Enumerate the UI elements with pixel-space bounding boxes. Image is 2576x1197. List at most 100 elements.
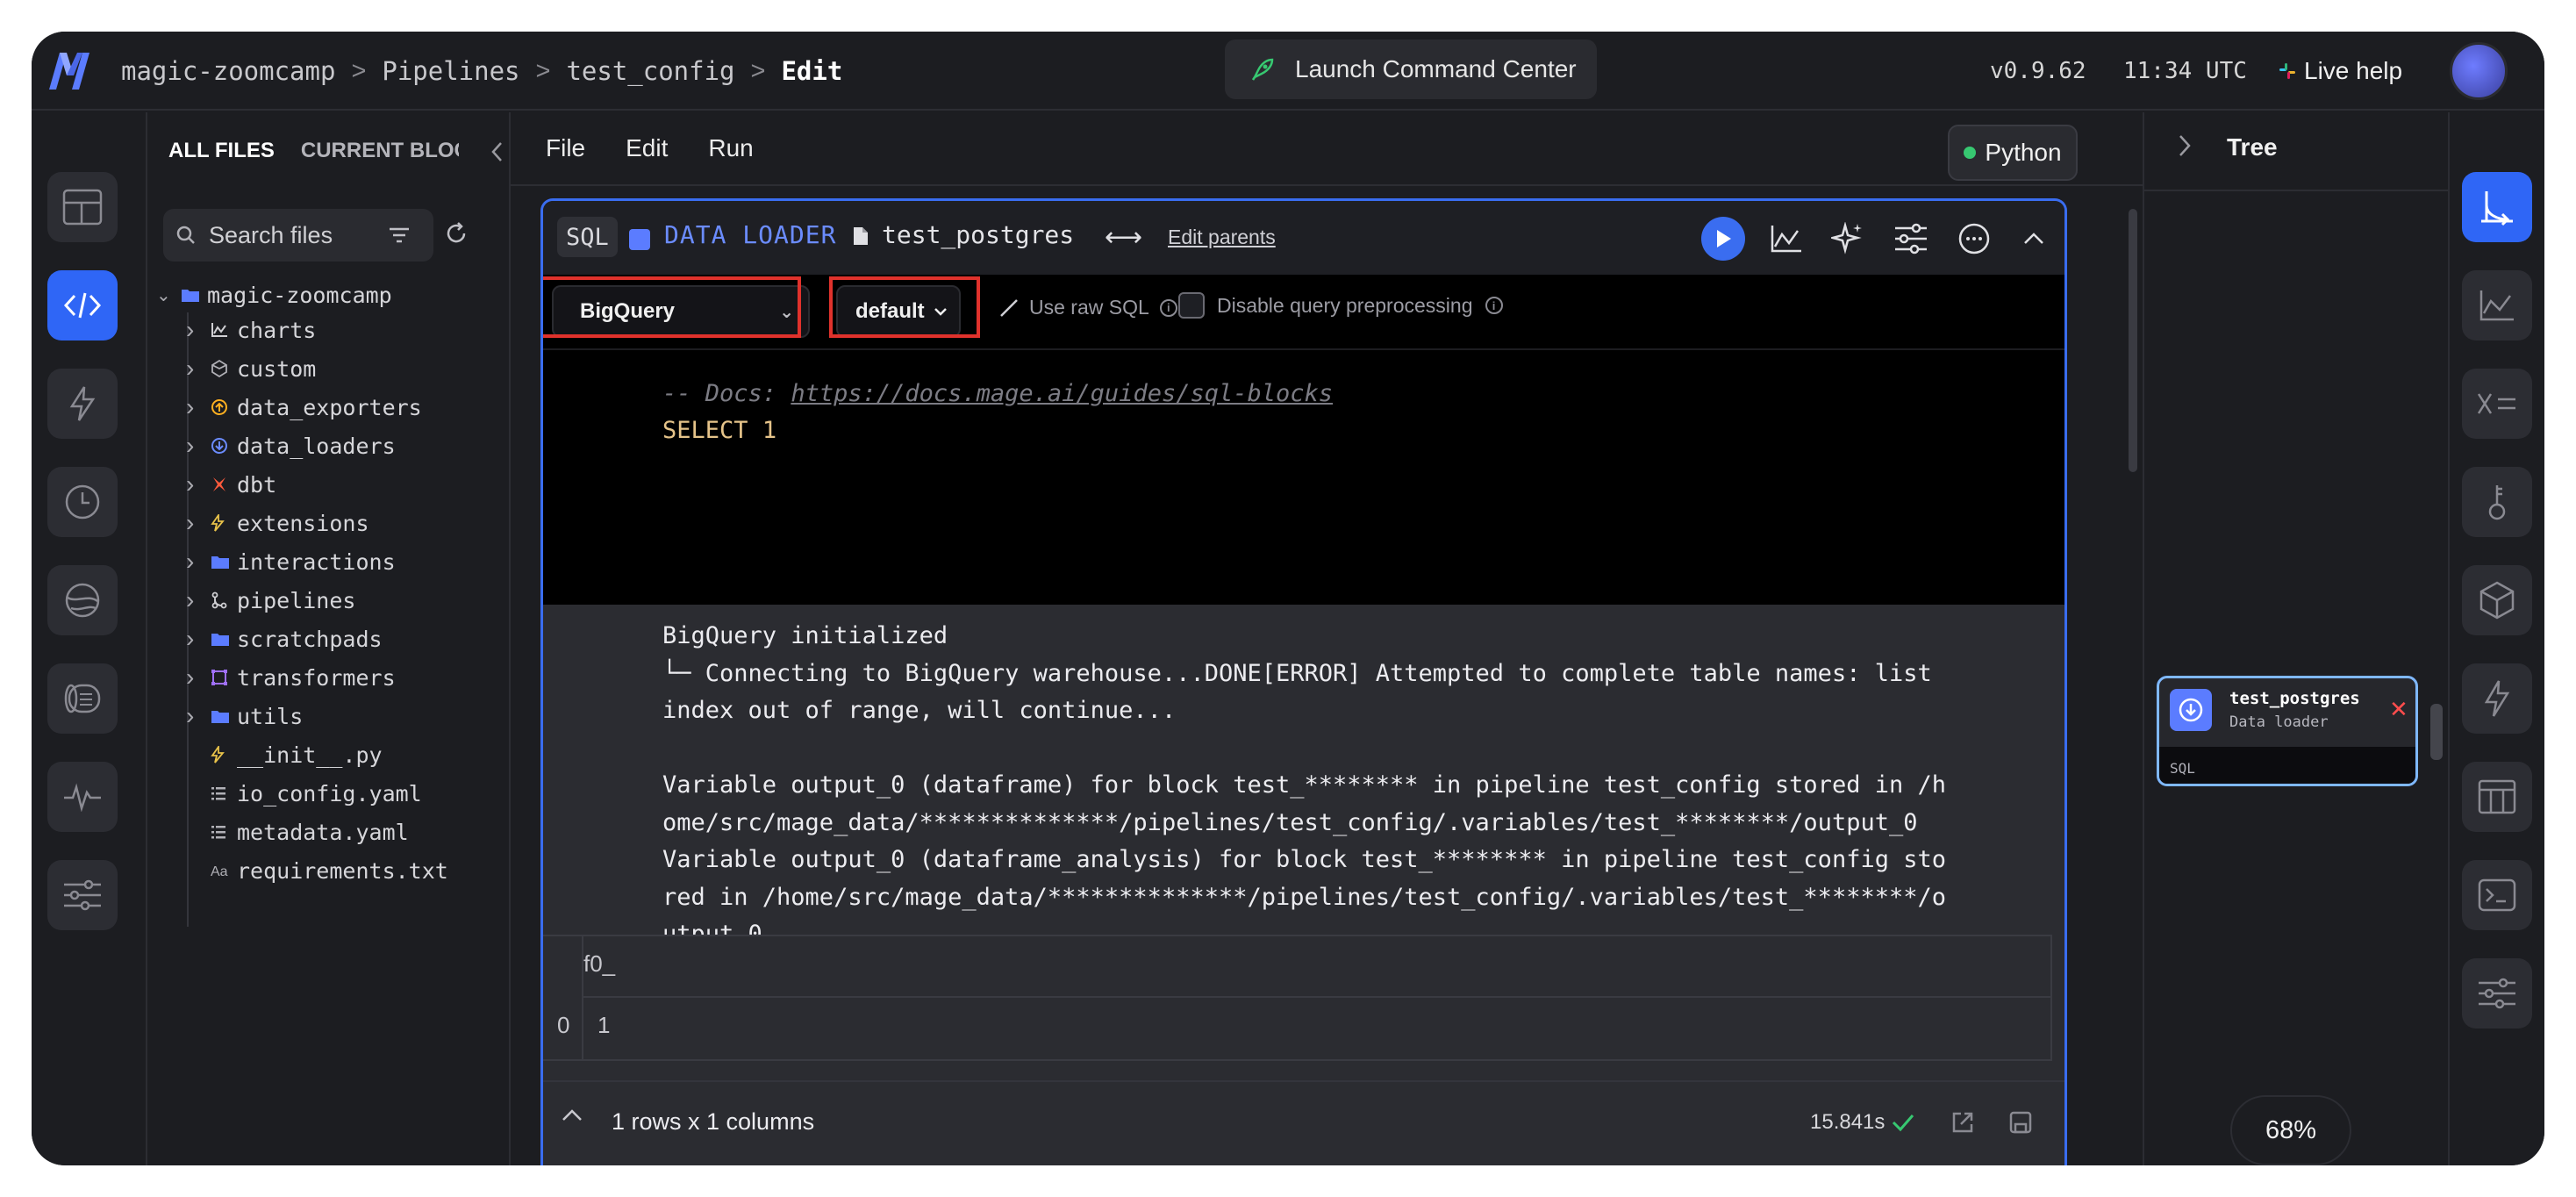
run-block-button[interactable] xyxy=(1701,217,1745,261)
breadcrumb-pipeline[interactable]: test_config xyxy=(566,56,734,86)
menu-edit[interactable]: Edit xyxy=(626,134,668,162)
list-icon xyxy=(211,785,237,801)
kernel-button[interactable]: Python xyxy=(1948,125,2078,181)
slack-icon xyxy=(2279,63,2295,79)
breadcrumb-current: Edit xyxy=(781,56,843,86)
tree-item-transformers[interactable]: › transformers xyxy=(186,660,396,695)
output-line: Variable output_0 (dataframe_analysis) f… xyxy=(662,846,1946,873)
cube-icon[interactable] xyxy=(2462,565,2532,635)
code-editor[interactable]: -- Docs: https://docs.mage.ai/guides/sql… xyxy=(543,350,2064,605)
more-options-icon[interactable] xyxy=(1954,219,1994,259)
chart-icon[interactable] xyxy=(1766,219,1807,259)
zoom-level[interactable]: 68% xyxy=(2230,1095,2351,1165)
connection-bar: BigQuery ⌄ default Use raw SQL i Disable… xyxy=(543,275,2064,350)
live-help-link[interactable]: Live help xyxy=(2278,32,2402,111)
block-type-label: DATA LOADER xyxy=(664,220,837,249)
globe-icon[interactable] xyxy=(47,565,118,635)
terminal-icon[interactable] xyxy=(2462,860,2532,930)
scroll-icon[interactable] xyxy=(47,663,118,734)
trigger-icon[interactable] xyxy=(47,369,118,439)
left-navigation-rail xyxy=(32,112,147,1165)
breadcrumb-separator: > xyxy=(750,56,766,85)
tree-item-interactions[interactable]: › interactions xyxy=(186,544,396,579)
tree-scrollbar[interactable] xyxy=(2430,704,2443,760)
mage-logo[interactable] xyxy=(47,49,93,91)
edit-parents-link[interactable]: Edit parents xyxy=(1168,226,1276,249)
tree-label: magic-zoomcamp xyxy=(207,282,392,308)
info-icon[interactable]: i xyxy=(1159,298,1177,317)
cube-icon xyxy=(211,360,237,377)
tab-current-block[interactable]: CURRENT BLOCK xyxy=(301,139,459,163)
folder-icon xyxy=(211,708,237,724)
chevron-right-icon: › xyxy=(186,702,195,729)
table-icon[interactable] xyxy=(2462,762,2532,832)
save-icon[interactable] xyxy=(2008,1110,2033,1135)
breadcrumb-separator: > xyxy=(535,56,551,85)
folder-icon xyxy=(211,554,237,570)
tree-item-init-py[interactable]: __init__.py xyxy=(186,737,383,772)
lightning-icon[interactable] xyxy=(2462,663,2532,734)
refresh-icon[interactable] xyxy=(444,221,469,246)
preprocess-checkbox[interactable] xyxy=(1178,292,1205,319)
code-icon[interactable] xyxy=(47,270,118,340)
tree-item-requirements-txt[interactable]: Aa requirements.txt xyxy=(186,853,448,888)
tree-item-pipelines[interactable]: › pipelines xyxy=(186,583,355,618)
code-select-line: SELECT 1 xyxy=(662,417,776,444)
docs-link[interactable]: https://docs.mage.ai/guides/sql-blocks xyxy=(791,380,1333,407)
execution-time-value: 15.841s xyxy=(1810,1110,1885,1134)
rows-summary: 1 rows x 1 columns xyxy=(612,1108,815,1135)
app-window: magic-zoomcamp > Pipelines > test_config… xyxy=(32,32,2544,1165)
tree-item-custom[interactable]: › custom xyxy=(186,351,316,386)
chevron-right-icon[interactable] xyxy=(2178,133,2192,158)
exporter-icon xyxy=(211,398,237,416)
close-icon[interactable]: ✕ xyxy=(2389,696,2408,723)
tree-icon[interactable] xyxy=(2462,172,2532,242)
tree-label: io_config.yaml xyxy=(237,780,422,806)
chevron-right-icon: › xyxy=(186,548,195,575)
dashboard-icon[interactable] xyxy=(47,172,118,242)
tree-item-metadata-yaml[interactable]: metadata.yaml xyxy=(186,814,409,849)
clock-icon[interactable] xyxy=(47,467,118,537)
launch-command-center-button[interactable]: Launch Command Center xyxy=(1225,39,1597,99)
tree-item-dbt[interactable]: › dbt xyxy=(186,467,276,502)
collapse-panel-icon[interactable] xyxy=(490,140,504,163)
tree-label: interactions xyxy=(237,548,396,575)
highlight-box xyxy=(829,276,980,338)
tree-root[interactable]: ⌄ magic-zoomcamp xyxy=(156,277,392,312)
collapse-block-icon[interactable] xyxy=(2014,219,2054,259)
tree-item-io-config-yaml[interactable]: io_config.yaml xyxy=(186,776,422,811)
ai-sparkle-icon[interactable] xyxy=(1828,219,1868,259)
breadcrumb-pipelines[interactable]: Pipelines xyxy=(382,56,519,86)
tree-item-extensions[interactable]: › extensions xyxy=(186,505,369,541)
editor-scrollbar[interactable] xyxy=(2129,209,2137,472)
raw-sql-toggle[interactable]: Use raw SQL i xyxy=(999,296,1177,319)
tree-label: metadata.yaml xyxy=(237,819,409,845)
key-icon[interactable] xyxy=(2462,467,2532,537)
open-external-icon[interactable] xyxy=(1950,1110,1975,1135)
monitor-icon[interactable] xyxy=(47,762,118,832)
settings-icon[interactable] xyxy=(47,860,118,930)
variables-icon[interactable] xyxy=(2462,369,2532,439)
chevron-up-icon[interactable] xyxy=(561,1108,583,1122)
search-input[interactable] xyxy=(209,221,376,249)
preprocess-label: Disable query preprocessing xyxy=(1217,293,1473,317)
tab-all-files[interactable]: ALL FILES xyxy=(168,139,275,163)
loader-icon xyxy=(211,437,237,455)
tree-item-utils[interactable]: › utils xyxy=(186,699,303,734)
settings-icon[interactable] xyxy=(2462,958,2532,1029)
filter-icon[interactable] xyxy=(388,226,411,245)
tree-node[interactable]: test_postgres Data loader ✕ SQL xyxy=(2157,676,2418,786)
menu-run[interactable]: Run xyxy=(708,134,753,162)
info-icon[interactable]: i xyxy=(1485,297,1503,314)
tree-item-data-loaders[interactable]: › data_loaders xyxy=(186,428,396,463)
chart-icon[interactable] xyxy=(2462,270,2532,340)
breadcrumb-project[interactable]: magic-zoomcamp xyxy=(121,56,335,86)
tree-item-charts[interactable]: › charts xyxy=(186,312,316,348)
tree-item-data-exporters[interactable]: › data_exporters xyxy=(186,390,422,425)
tree-item-scratchpads[interactable]: › scratchpads xyxy=(186,621,383,656)
user-avatar[interactable] xyxy=(2450,42,2508,100)
preprocess-toggle[interactable]: Disable query preprocessing i xyxy=(1178,292,1503,319)
menu-file[interactable]: File xyxy=(546,134,585,162)
block-name[interactable]: test_postgres xyxy=(882,220,1074,249)
block-settings-icon[interactable] xyxy=(1891,219,1931,259)
